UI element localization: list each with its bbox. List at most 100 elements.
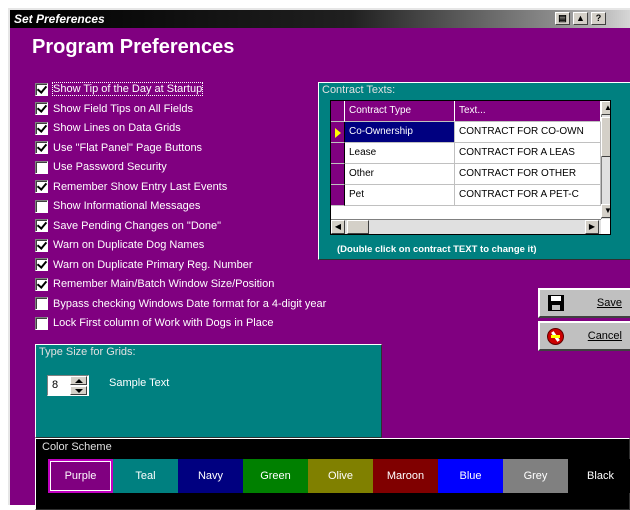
color-option-purple[interactable]: Purple	[48, 459, 113, 493]
option-label[interactable]: Show Lines on Data Grids	[53, 122, 181, 134]
contract-type-cell[interactable]: Co-Ownership	[345, 122, 455, 143]
grid-vertical-scrollbar[interactable]: ▲ ▼	[601, 101, 610, 219]
title-bar: Set Preferences ▤ ▲ ?	[10, 10, 630, 28]
table-row[interactable]: Pet CONTRACT FOR A PET-C	[331, 185, 610, 206]
checkbox[interactable]	[35, 238, 48, 252]
page-title: Program Preferences	[32, 36, 235, 58]
scroll-down-icon[interactable]: ▼	[601, 204, 610, 218]
contract-texts-panel: Contract Texts: Contract Type Text... Co…	[318, 82, 630, 260]
save-icon	[548, 295, 564, 311]
grid-header-row: Contract Type Text...	[331, 101, 610, 122]
checkbox[interactable]	[35, 258, 48, 271]
option-label[interactable]: Use "Flat Panel" Page Buttons	[53, 142, 202, 154]
save-button[interactable]: Save	[538, 288, 630, 318]
contract-text-cell[interactable]: CONTRACT FOR A LEAS	[455, 143, 601, 164]
sample-text: Sample Text	[109, 377, 170, 389]
option-label[interactable]: Remember Main/Batch Window Size/Position	[53, 278, 274, 290]
decrement-icon[interactable]	[70, 386, 87, 395]
color-scheme-panel: Color Scheme Purple Teal Navy Green Olive Mar…	[35, 438, 630, 510]
option-label[interactable]: Show Tip of the Day at Startup	[51, 82, 204, 96]
checkbox[interactable]	[35, 316, 48, 330]
option-item[interactable]: Remember Main/Batch Window Size/Position	[35, 276, 274, 292]
save-label: Save	[596, 297, 622, 309]
scroll-thumb[interactable]	[601, 117, 610, 157]
table-row[interactable]: Lease CONTRACT FOR A LEAS	[331, 143, 610, 164]
cancel-button[interactable]: Cancel	[538, 321, 630, 351]
row-indicator[interactable]	[331, 185, 345, 206]
checkbox[interactable]	[35, 180, 48, 193]
option-item[interactable]: Warn on Duplicate Primary Reg. Number	[35, 257, 253, 273]
option-label[interactable]: Warn on Duplicate Dog Names	[53, 239, 204, 251]
option-item[interactable]: Show Tip of the Day at Startup	[35, 81, 204, 97]
contract-hint: (Double click on contract TEXT to change…	[337, 244, 537, 255]
color-option-black[interactable]: Black	[568, 459, 630, 493]
option-label[interactable]: Bypass checking Windows Date format for …	[53, 298, 326, 310]
option-label[interactable]: Save Pending Changes on "Done"	[53, 220, 221, 232]
checkbox[interactable]	[35, 141, 48, 154]
contract-text-cell[interactable]: CONTRACT FOR OTHER	[455, 164, 601, 185]
option-item[interactable]: Remember Show Entry Last Events	[35, 179, 227, 195]
current-row-arrow-icon	[335, 128, 341, 138]
row-indicator[interactable]	[331, 122, 345, 143]
export-icon[interactable]: ▲	[573, 12, 588, 25]
type-size-stepper[interactable]: 8	[47, 375, 89, 396]
grid-horizontal-scrollbar[interactable]: ◀ ▶	[331, 219, 601, 234]
contract-type-cell[interactable]: Lease	[345, 143, 455, 164]
row-indicator[interactable]	[331, 143, 345, 164]
table-row[interactable]: Co-Ownership CONTRACT FOR CO-OWN	[331, 122, 610, 143]
option-item[interactable]: Bypass checking Windows Date format for …	[35, 296, 326, 312]
contract-type-cell[interactable]: Other	[345, 164, 455, 185]
color-option-grey[interactable]: Grey	[503, 459, 568, 493]
column-header-contract-type[interactable]: Contract Type	[345, 101, 455, 122]
checkbox[interactable]	[35, 121, 48, 135]
option-item[interactable]: Save Pending Changes on "Done"	[35, 218, 221, 234]
color-option-olive[interactable]: Olive	[308, 459, 373, 493]
option-item[interactable]: Lock First column of Work with Dogs in P…	[35, 315, 273, 331]
option-item[interactable]: Show Lines on Data Grids	[35, 120, 181, 136]
preferences-window: Set Preferences ▤ ▲ ? Program Preference…	[8, 8, 630, 510]
type-size-title: Type Size for Grids:	[39, 346, 136, 358]
option-item[interactable]: Warn on Duplicate Dog Names	[35, 237, 204, 253]
contract-texts-title: Contract Texts:	[322, 84, 396, 96]
contract-text-cell[interactable]: CONTRACT FOR A PET-C	[455, 185, 601, 206]
help-icon[interactable]: ?	[591, 12, 606, 25]
help-label: ?	[595, 13, 602, 23]
option-item[interactable]: Use Password Security	[35, 159, 167, 175]
scroll-left-icon[interactable]: ◀	[331, 220, 345, 234]
color-option-teal[interactable]: Teal	[113, 459, 178, 493]
checkbox[interactable]	[35, 219, 48, 232]
table-row[interactable]: Other CONTRACT FOR OTHER	[331, 164, 610, 185]
color-option-blue[interactable]: Blue	[438, 459, 503, 493]
scroll-right-icon[interactable]: ▶	[585, 220, 599, 234]
checkbox[interactable]	[35, 199, 48, 213]
option-item[interactable]: Show Field Tips on All Fields	[35, 101, 193, 117]
checkbox[interactable]	[35, 297, 48, 310]
checkbox[interactable]	[35, 82, 48, 96]
color-option-maroon[interactable]: Maroon	[373, 459, 438, 493]
color-option-navy[interactable]: Navy	[178, 459, 243, 493]
type-size-value[interactable]: 8	[52, 379, 58, 391]
increment-icon[interactable]	[70, 376, 87, 385]
option-label[interactable]: Show Field Tips on All Fields	[53, 103, 193, 115]
checkbox[interactable]	[35, 102, 48, 115]
option-label[interactable]: Show Informational Messages	[53, 200, 200, 212]
type-size-panel: Type Size for Grids: 8 Sample Text	[35, 344, 382, 438]
column-header-text[interactable]: Text...	[455, 101, 601, 122]
print-icon[interactable]: ▤	[555, 12, 570, 25]
cancel-icon	[547, 328, 564, 345]
contract-type-cell[interactable]: Pet	[345, 185, 455, 206]
option-label[interactable]: Warn on Duplicate Primary Reg. Number	[53, 259, 253, 271]
contract-text-cell[interactable]: CONTRACT FOR CO-OWN	[455, 122, 601, 143]
scroll-thumb[interactable]	[347, 220, 369, 234]
checkbox[interactable]	[35, 160, 48, 174]
option-label[interactable]: Remember Show Entry Last Events	[53, 181, 227, 193]
scroll-up-icon[interactable]: ▲	[601, 101, 610, 115]
checkbox[interactable]	[35, 277, 48, 291]
option-item[interactable]: Show Informational Messages	[35, 198, 200, 214]
option-label[interactable]: Use Password Security	[53, 161, 167, 173]
option-item[interactable]: Use "Flat Panel" Page Buttons	[35, 140, 202, 156]
option-label[interactable]: Lock First column of Work with Dogs in P…	[53, 317, 273, 329]
contract-grid[interactable]: Contract Type Text... Co-Ownership CONTRA…	[330, 100, 611, 235]
color-option-green[interactable]: Green	[243, 459, 308, 493]
row-indicator[interactable]	[331, 164, 345, 185]
